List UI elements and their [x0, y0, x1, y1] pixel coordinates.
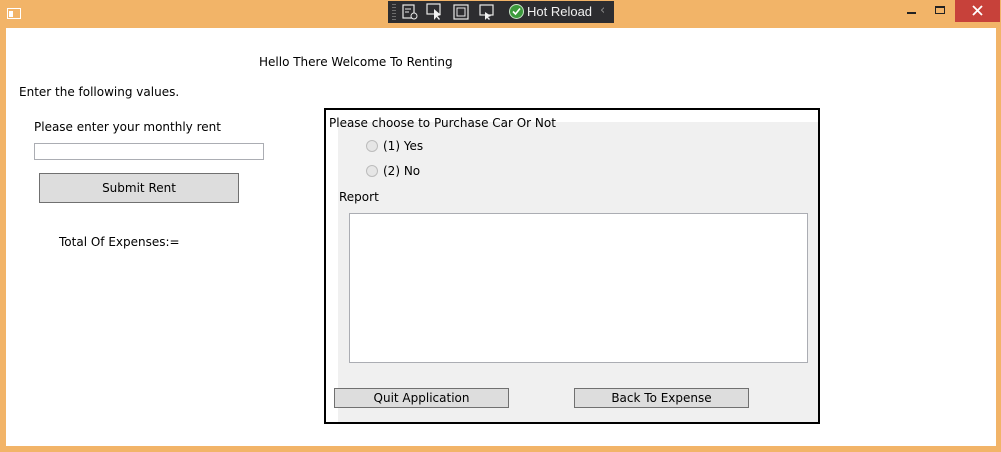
select-element-icon[interactable] — [426, 3, 444, 21]
app-window-icon[interactable] — [7, 8, 21, 19]
radio-no-label[interactable]: (2) No — [383, 164, 420, 178]
window-content: Hello There Welcome To Renting Enter the… — [6, 28, 996, 446]
report-textbox[interactable] — [349, 213, 808, 363]
collapse-toolbar-icon[interactable]: ‹ — [600, 3, 605, 18]
minimize-button[interactable] — [898, 0, 926, 22]
welcome-heading: Hello There Welcome To Renting — [259, 55, 453, 69]
display-layout-adorners-icon[interactable] — [452, 3, 470, 21]
track-focused-element-icon[interactable] — [478, 3, 496, 21]
hot-reload-label[interactable]: Hot Reload — [527, 4, 592, 19]
hot-reload-check-icon — [509, 4, 524, 19]
live-visual-tree-icon[interactable] — [401, 3, 419, 21]
panel-title: Please choose to Purchase Car Or Not — [329, 116, 556, 130]
total-expenses-label: Total Of Expenses:= — [59, 235, 180, 249]
radio-yes[interactable] — [366, 140, 378, 152]
maximize-button[interactable] — [927, 0, 955, 22]
purchase-car-panel: Please choose to Purchase Car Or Not (1)… — [324, 108, 820, 424]
radio-yes-label[interactable]: (1) Yes — [383, 139, 423, 153]
submit-rent-button[interactable]: Submit Rent — [39, 173, 239, 203]
rent-prompt-label: Please enter your monthly rent — [34, 120, 221, 134]
instruction-label: Enter the following values. — [19, 85, 180, 99]
close-icon — [972, 5, 983, 16]
rent-input[interactable] — [34, 143, 264, 160]
toolbar-grip-icon[interactable] — [392, 4, 396, 20]
back-to-expense-button[interactable]: Back To Expense — [574, 388, 749, 408]
title-bar: Hot Reload ‹ — [0, 0, 1001, 28]
hot-reload-toolbar: Hot Reload ‹ — [388, 1, 614, 23]
quit-application-button[interactable]: Quit Application — [334, 388, 509, 408]
close-button[interactable] — [955, 0, 1000, 22]
report-label: Report — [339, 190, 379, 204]
radio-no[interactable] — [366, 165, 378, 177]
